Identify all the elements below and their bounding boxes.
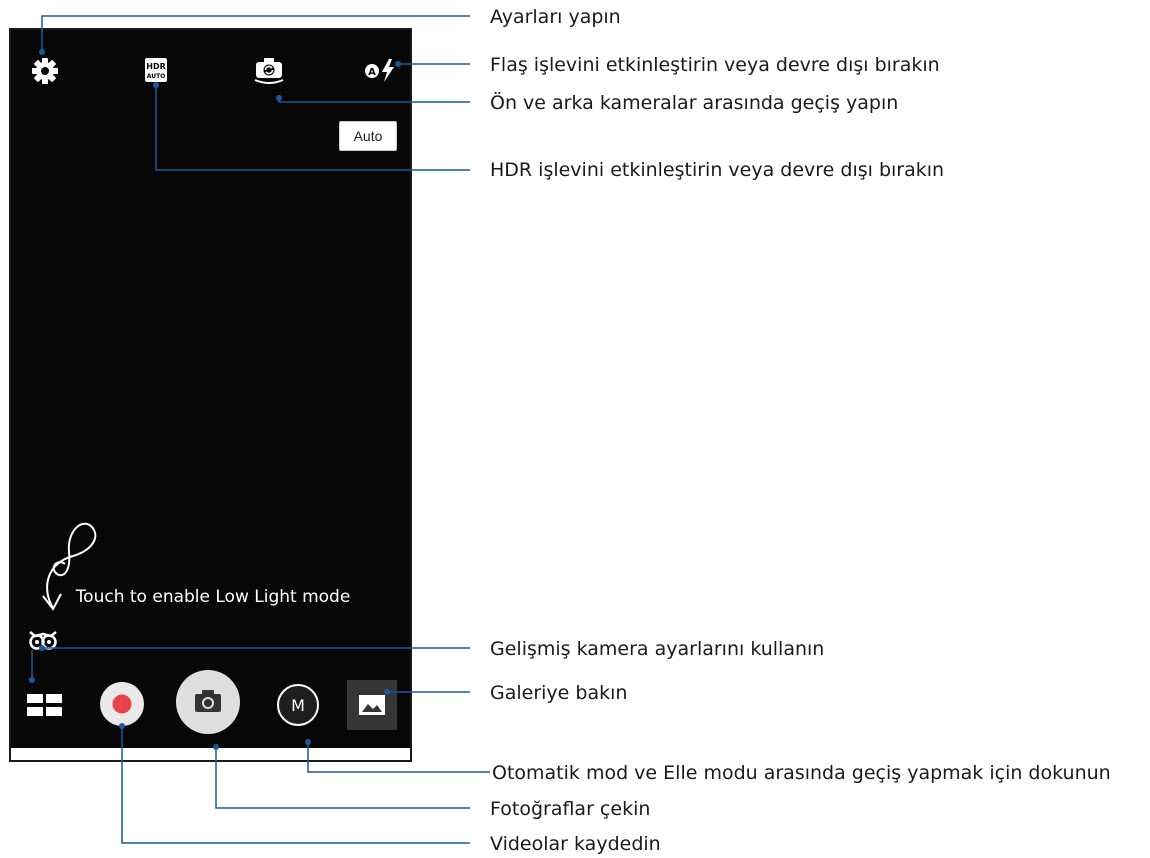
callout-settings: Ayarları yapın (490, 6, 621, 28)
callout-mode-toggle: Otomatik mod ve Elle modu arasında geçiş… (492, 762, 1111, 784)
callout-leaders (29, 15, 490, 844)
callout-gallery: Galeriye bakın (490, 682, 628, 704)
callout-flash: Flaş işlevini etkinleştirin veya devre d… (490, 54, 940, 76)
callout-advanced: Gelişmiş kamera ayarlarını kullanın (490, 638, 825, 660)
callout-video: Videolar kaydedin (490, 833, 661, 855)
callout-camera-switch: Ön ve arka kameralar arasında geçiş yapı… (490, 92, 899, 114)
callout-hdr: HDR işlevini etkinleştirin veya devre dı… (490, 159, 945, 181)
callout-photo: Fotoğraflar çekin (490, 798, 651, 820)
